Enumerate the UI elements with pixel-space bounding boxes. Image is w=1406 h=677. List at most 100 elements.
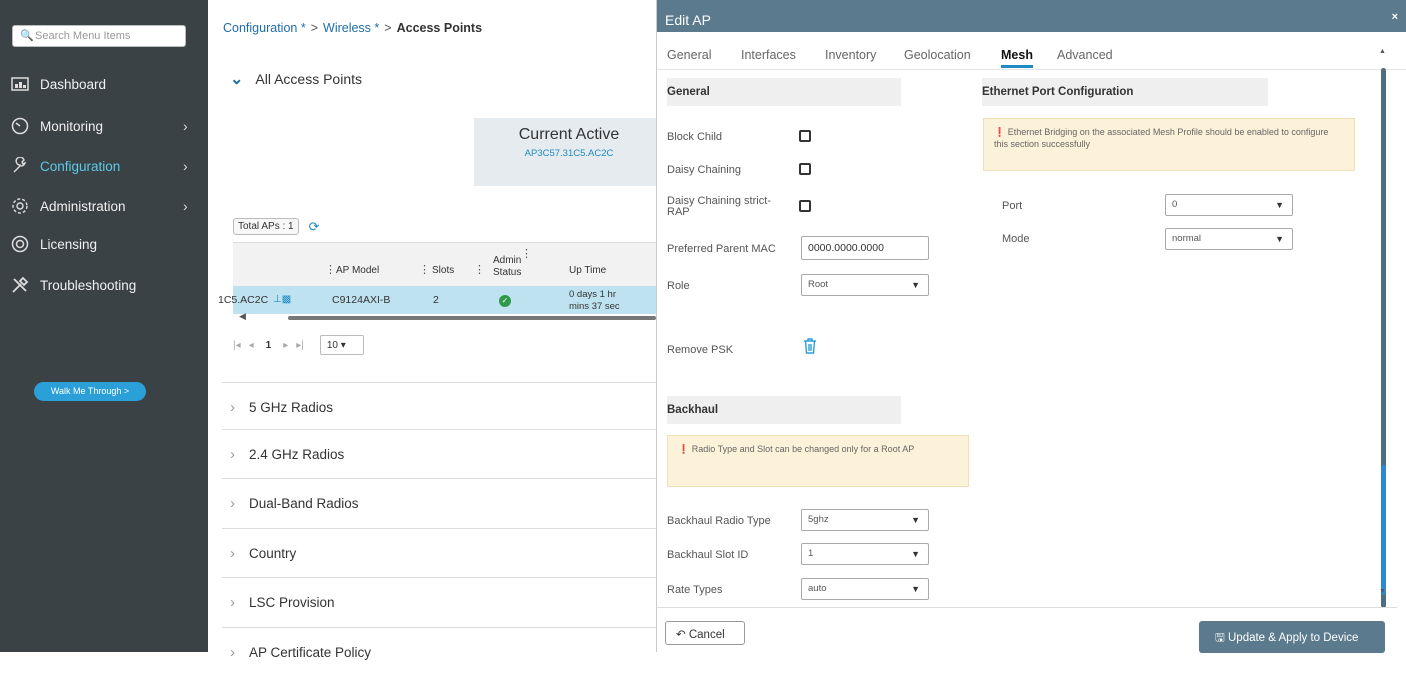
tab-geolocation[interactable]: Geolocation [904,48,971,62]
column-menu-icon[interactable]: ⋮ [474,263,485,276]
accordion-lsc-provision[interactable]: › LSC Provision [222,577,656,627]
column-menu-icon[interactable]: ⋮ [325,263,336,276]
total-aps-badge: Total APs : 1 [233,218,299,235]
accordion-country[interactable]: › Country [222,528,656,578]
preferred-parent-mac-input[interactable]: 0000.0000.0000 [801,236,929,260]
port-label: Port [1002,200,1023,212]
block-child-checkbox[interactable] [799,130,811,142]
role-select[interactable]: Root ▼ [801,274,929,296]
licensing-icon [10,234,30,254]
current-active-ap[interactable]: AP3C57.31C5.AC2C [474,144,664,159]
cancel-button[interactable]: ↶ Cancel [665,621,745,645]
next-page-icon[interactable]: ▸ [283,340,288,351]
column-menu-icon[interactable]: ⋮ [521,247,532,260]
breadcrumb-separator: > [310,21,319,35]
rate-types-label: Rate Types [667,584,723,596]
scroll-left-icon[interactable]: ◀ [239,311,246,322]
vertical-scrollbar[interactable]: ▲ ▼ [1377,40,1389,608]
last-page-icon[interactable]: ▸| [296,340,304,351]
breadcrumb-wireless[interactable]: Wireless * [323,21,379,35]
col-slots[interactable]: Slots [432,265,454,276]
ap-model-cell: C9124AXI-B [332,294,391,306]
page-size-value: 10 [326,340,338,351]
role-label: Role [667,280,690,292]
accordion-ap-certificate-policy[interactable]: › AP Certificate Policy [222,627,656,677]
current-active-title: Current Active [518,126,620,143]
daisy-chaining-checkbox[interactable] [799,163,811,175]
section-title: All Access Points [255,71,363,87]
tab-interfaces[interactable]: Interfaces [741,48,796,62]
dropdown-arrow-icon: ▼ [911,515,920,525]
walk-me-through-button[interactable]: Walk Me Through > [34,382,146,401]
scroll-down-icon[interactable]: ▼ [1379,588,1386,595]
backhaul-slot-id-select[interactable]: 1 ▼ [801,543,929,565]
chevron-right-icon: › [230,594,235,611]
chevron-right-icon: › [230,495,235,512]
ap-name-cell[interactable]: 1C5.AC2C [218,294,268,306]
scroll-thumb[interactable] [1381,465,1386,595]
sidebar-item-administration[interactable]: Administration › [0,191,208,221]
table-row[interactable]: 1C5.AC2C ⊥▩ C9124AXI-B 2 ✓ 0 days 1 hr m… [218,286,656,314]
info-icon: ❗ [678,444,692,454]
backhaul-radio-type-select[interactable]: 5ghz ▼ [801,509,929,531]
port-select[interactable]: 0 ▼ [1165,194,1293,216]
breadcrumb-configuration[interactable]: Configuration * [223,21,306,35]
sidebar-item-label: Troubleshooting [40,277,137,293]
tab-mesh[interactable]: Mesh [1001,48,1033,68]
ap-topology-icon[interactable]: ⊥▩ [273,294,291,305]
close-icon[interactable]: × [1392,11,1398,23]
first-page-icon[interactable]: |◂ [233,340,241,351]
search-menu-input[interactable]: 🔍 Search Menu Items [12,25,186,47]
chevron-right-icon: › [230,399,235,416]
drawer-footer: ↶ Cancel 🖫 Update & Apply to Device [657,607,1397,653]
breadcrumb: Configuration * > Wireless * > Access Points [223,21,482,35]
col-up-time[interactable]: Up Time [569,265,606,276]
chevron-down-icon: ⌄ [230,71,244,88]
search-icon: 🔍 [20,30,34,42]
sidebar-item-dashboard[interactable]: Dashboard [0,69,208,99]
sidebar: 🔍 Search Menu Items Dashboard Monitoring… [0,0,208,652]
page-size-select[interactable]: 10 ▾ [319,335,364,355]
block-child-label: Block Child [667,131,723,143]
prev-page-icon[interactable]: ◂ [249,340,254,351]
tab-inventory[interactable]: Inventory [825,48,876,62]
accordion-5ghz-radios[interactable]: › 5 GHz Radios [222,382,656,432]
rate-types-select[interactable]: auto ▼ [801,578,929,600]
remove-psk-label: Remove PSK [667,344,734,356]
scroll-up-icon[interactable]: ▲ [1379,48,1386,55]
accordion-24ghz-radios[interactable]: › 2.4 GHz Radios [222,429,656,479]
daisy-chaining-label: Daisy Chaining [667,164,741,176]
accordion-dual-band-radios[interactable]: › Dual-Band Radios [222,478,656,528]
breadcrumb-separator: > [384,21,392,35]
daisy-strict-rap-checkbox[interactable] [799,200,811,212]
tab-advanced[interactable]: Advanced [1057,48,1113,62]
port-value: 0 [1172,199,1178,210]
column-menu-icon[interactable]: ⋮ [419,263,430,276]
refresh-icon[interactable]: ⟳ [309,219,320,235]
current-active-panel: Current Active AP3C57.31C5.AC2C [474,118,664,186]
scroll-thumb[interactable] [288,316,656,320]
col-ap-model[interactable]: AP Model [336,265,379,276]
edit-ap-drawer: Edit AP × General Interfaces Inventory G… [656,0,1406,653]
tab-general[interactable]: General [667,48,711,62]
trash-icon[interactable] [802,337,818,360]
sidebar-item-label: Monitoring [40,118,104,134]
configuration-icon [10,156,30,176]
horizontal-scrollbar[interactable]: ◀ [233,311,656,322]
sidebar-item-licensing[interactable]: Licensing [0,229,208,259]
col-admin-status-l1[interactable]: Admin [493,255,521,266]
all-access-points-toggle[interactable]: ⌄ All Access Points [230,69,362,89]
sidebar-item-monitoring[interactable]: Monitoring › [0,111,208,141]
mode-select[interactable]: normal ▼ [1165,228,1293,250]
update-apply-button[interactable]: 🖫 Update & Apply to Device [1199,621,1385,653]
sidebar-item-troubleshooting[interactable]: Troubleshooting [0,270,208,300]
sidebar-item-configuration[interactable]: Configuration › [0,151,208,181]
backhaul-slot-id-value: 1 [808,548,814,559]
troubleshooting-icon [10,275,30,295]
sidebar-item-label: Administration [40,198,126,214]
accordion-label: Country [249,546,297,561]
sidebar-item-label: Configuration [40,158,121,174]
administration-icon [10,196,30,216]
accordion-label: Dual-Band Radios [249,496,359,511]
dropdown-arrow-icon: ▼ [911,280,920,290]
